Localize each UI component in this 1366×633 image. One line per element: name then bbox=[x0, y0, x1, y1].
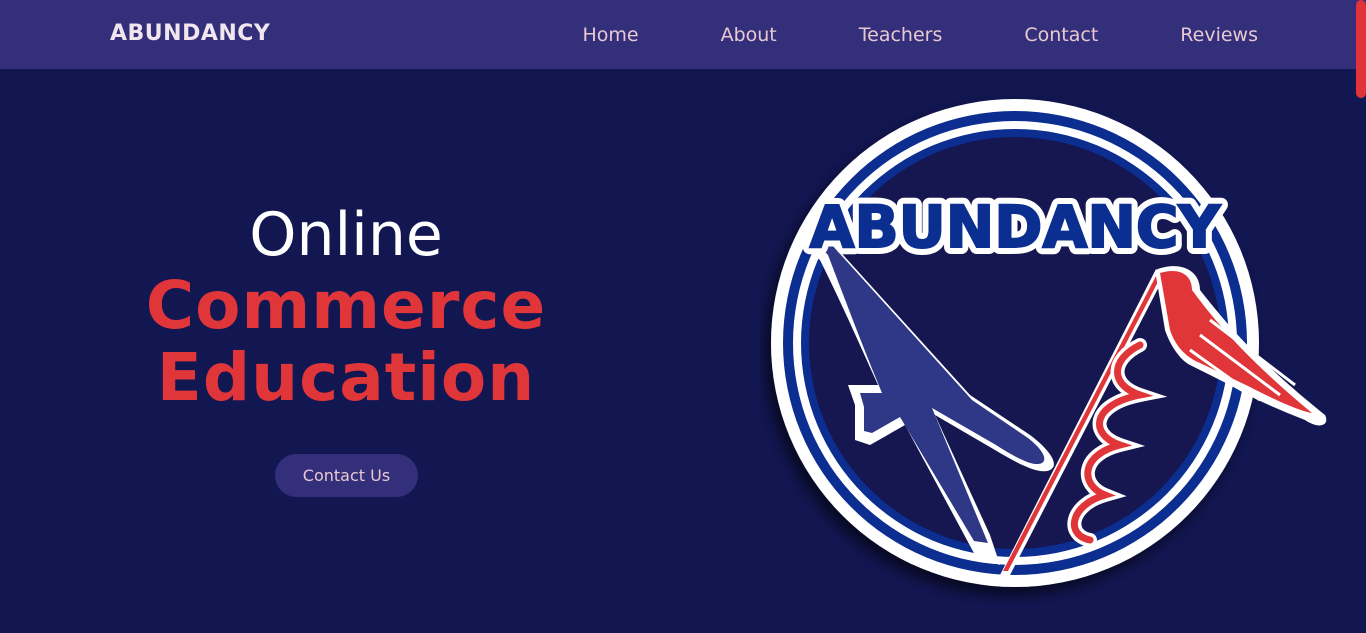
nav-menu: Home About Teachers Contact Reviews bbox=[582, 0, 1258, 69]
nav-link-reviews[interactable]: Reviews bbox=[1180, 23, 1258, 47]
contact-us-button[interactable]: Contact Us bbox=[275, 454, 418, 497]
nav-link-teachers[interactable]: Teachers bbox=[859, 23, 943, 47]
top-navbar: ABUNDANCY Home About Teachers Contact Re… bbox=[0, 0, 1366, 69]
abundancy-emblem-logo: ABUNDANCY ABUNDANCY bbox=[771, 99, 1327, 587]
hero-title-line-education: Education bbox=[156, 339, 536, 416]
hero-heading: Online Commerce Education bbox=[80, 200, 612, 414]
scrollbar-thumb[interactable] bbox=[1356, 0, 1366, 98]
brand-logo-text[interactable]: ABUNDANCY bbox=[110, 19, 270, 49]
hero-title-line-commerce: Commerce bbox=[145, 267, 547, 344]
hero-title-line-online: Online bbox=[249, 200, 443, 270]
emblem-brand-text: ABUNDANCY ABUNDANCY bbox=[803, 186, 1229, 268]
nav-link-about[interactable]: About bbox=[721, 23, 777, 47]
nav-link-home[interactable]: Home bbox=[582, 23, 638, 47]
emblem-text-fill: ABUNDANCY bbox=[810, 193, 1222, 261]
nav-link-contact[interactable]: Contact bbox=[1024, 23, 1098, 47]
